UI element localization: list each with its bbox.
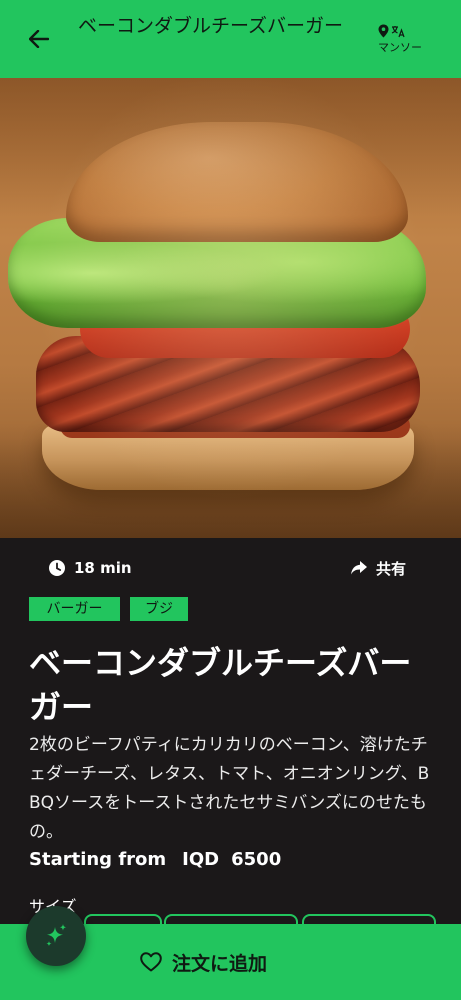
map-pin-icon (378, 24, 389, 38)
heart-icon (140, 952, 162, 972)
ai-assistant-button[interactable] (26, 906, 86, 966)
meta-row: 18 min 共有 (0, 548, 461, 588)
location-selector[interactable]: マンソー (378, 24, 438, 58)
share-button[interactable]: 共有 (350, 557, 406, 579)
share-label: 共有 (376, 559, 407, 578)
price-label: Starting from (29, 849, 167, 870)
back-button[interactable] (22, 22, 56, 56)
tag-category[interactable]: ブジ (130, 597, 188, 621)
arrow-left-icon (29, 30, 49, 48)
prep-time: 18 min (48, 557, 132, 579)
sparkles-icon (46, 924, 67, 947)
translate-icon (391, 25, 405, 37)
clock-icon (49, 560, 65, 576)
header-title: ベーコンダブルチーズバーガー (78, 15, 344, 37)
prep-time-text: 18 min (74, 559, 132, 577)
price-value: 6500 (231, 849, 282, 870)
product-description: 2枚のビーフパティにカリカリのベーコン、溶けたチェダーチーズ、レタス、トマト、オ… (29, 735, 430, 842)
price-currency: IQD (182, 849, 220, 870)
product-image (0, 78, 461, 538)
price-row: Starting from IQD 6500 (29, 849, 281, 875)
add-to-order-label: 注文に追加 (172, 952, 268, 975)
add-to-order-button[interactable]: 注文に追加 (140, 946, 267, 978)
location-label: マンソー (378, 41, 422, 54)
app-header: ベーコンダブルチーズバーガー マンソー (0, 0, 461, 78)
product-title: ベーコンダブルチーズバーガー (29, 644, 412, 726)
share-icon (351, 561, 367, 575)
tag-burger[interactable]: バーガー (29, 597, 120, 621)
